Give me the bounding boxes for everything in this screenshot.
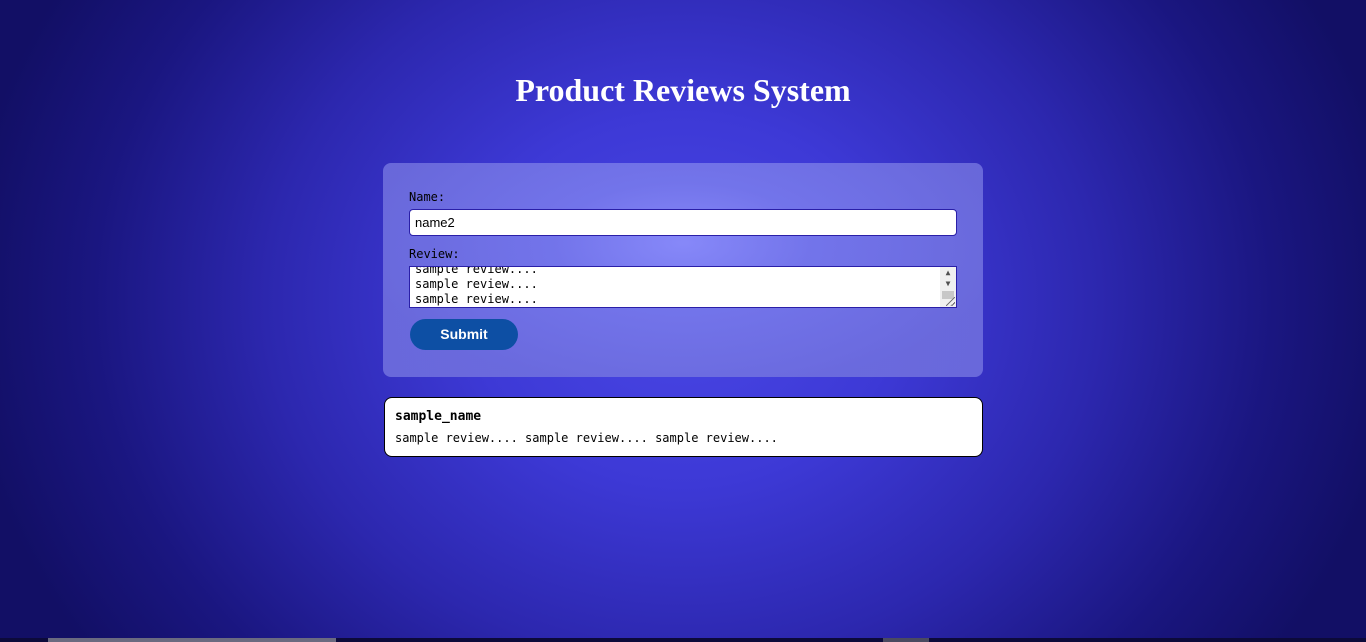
review-card: sample_name sample review.... sample rev… <box>384 397 983 457</box>
scroll-down-arrow-icon[interactable]: ▼ <box>940 278 956 290</box>
review-textarea[interactable]: sample review.... sample review.... samp… <box>409 266 957 308</box>
review-card-name: sample_name <box>395 409 482 424</box>
bottom-strip <box>0 638 1366 642</box>
page-title: Product Reviews System <box>515 72 851 108</box>
review-card-text: sample review.... sample review.... samp… <box>395 431 778 445</box>
bottom-strip-segment <box>883 638 929 642</box>
submit-button[interactable]: Submit <box>410 319 518 350</box>
review-form: Name: Review: sample review.... sample r… <box>383 163 983 377</box>
review-label: Review: <box>409 247 460 261</box>
review-textarea-content[interactable]: sample review.... sample review.... samp… <box>415 267 935 307</box>
name-label: Name: <box>409 190 446 204</box>
name-input[interactable] <box>409 209 957 236</box>
bottom-strip-segment <box>48 638 336 642</box>
resize-grip-icon[interactable] <box>946 297 955 306</box>
